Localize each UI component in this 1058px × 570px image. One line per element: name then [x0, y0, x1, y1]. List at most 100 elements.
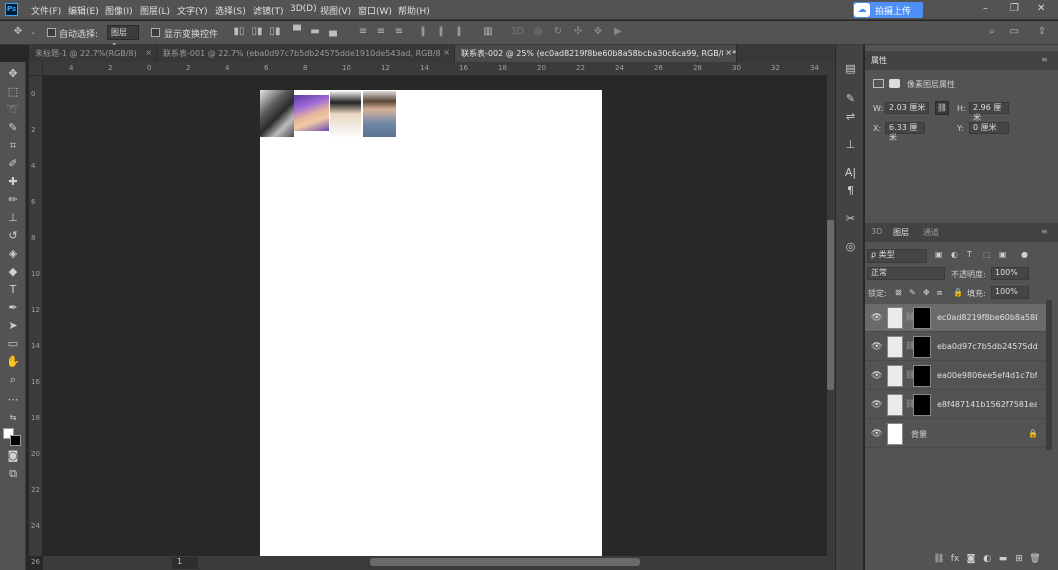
brush-tool-icon[interactable]: ✏ — [3, 192, 23, 208]
visibility-eye-icon[interactable]: 👁 — [871, 342, 882, 352]
align-bottom-icon[interactable]: ▄ — [327, 26, 339, 38]
layer-name[interactable]: 背景 — [911, 429, 1011, 440]
close-tab-icon[interactable]: × — [145, 48, 152, 57]
visibility-eye-icon[interactable]: 👁 — [871, 429, 882, 439]
tab-contact-sheet-001[interactable]: 联系表-001 @ 22.7% (eba0d97c7b5db24575dde19… — [157, 45, 455, 62]
adjustment-layer-icon[interactable]: ◐ — [981, 553, 993, 565]
link-icon[interactable]: ⛓ — [935, 101, 949, 115]
width-field[interactable]: 2.03 厘米 — [885, 102, 929, 114]
distribute-right-icon[interactable]: ‖ — [453, 26, 465, 38]
lock-all-icon[interactable]: 🔒 — [953, 288, 963, 297]
menu-file[interactable]: 文件(F) — [31, 4, 61, 17]
menu-3d[interactable]: 3D(D) — [290, 4, 317, 14]
filter-smart-object-icon[interactable]: ▣ — [999, 250, 1007, 259]
screen-mode-icon[interactable]: ⧉ — [3, 466, 23, 482]
layer-row[interactable]: 👁 ⛓ ec0ad8219f8be60b8a58bc... — [865, 304, 1046, 332]
quick-select-tool-icon[interactable]: ✎ — [3, 120, 23, 136]
visibility-eye-icon[interactable]: 👁 — [871, 371, 882, 381]
quick-mask-icon[interactable]: ◙ — [3, 448, 23, 464]
layer-row[interactable]: 👁 ⛓ eba0d97c7b5db24575dde... — [865, 333, 1046, 361]
fx-icon[interactable]: fx — [949, 553, 961, 565]
distribute-top-icon[interactable]: ≡ — [357, 26, 369, 38]
tab-3d[interactable]: 3D — [871, 227, 882, 236]
layer-mask-thumbnail[interactable] — [913, 394, 931, 416]
default-colors-icon[interactable]: ⇆ — [3, 410, 23, 426]
background-color-swatch[interactable] — [10, 435, 21, 446]
drag-3d-icon[interactable]: ✣ — [572, 26, 584, 38]
layer-mask-thumbnail[interactable] — [913, 365, 931, 387]
menu-help[interactable]: 帮助(H) — [398, 4, 430, 17]
layer-name[interactable]: eba0d97c7b5db24575dde... — [937, 342, 1037, 351]
distribute-vcenter-icon[interactable]: ≡ — [375, 26, 387, 38]
menu-select[interactable]: 选择(S) — [215, 4, 246, 17]
move-tool-icon[interactable]: ✥ — [3, 66, 23, 82]
new-group-icon[interactable]: ▬ — [997, 553, 1009, 565]
marquee-tool-icon[interactable]: ⬚ — [3, 84, 23, 100]
tab-untitled-1[interactable]: 未标题-1 @ 22.7%(RGB/8) × — [29, 45, 157, 62]
filter-shape-icon[interactable]: ⬚ — [983, 250, 991, 259]
align-top-icon[interactable]: ▀ — [291, 26, 303, 38]
layer-row[interactable]: 👁 ⛓ ea00e9806ee5ef4d1c7bfa... — [865, 362, 1046, 390]
scale-3d-icon[interactable]: ▶ — [612, 26, 624, 38]
3d-panel-icon[interactable]: ◎ — [843, 239, 858, 254]
orbit-3d-icon[interactable]: ◎ — [532, 26, 544, 38]
auto-select-checkbox[interactable] — [47, 28, 56, 37]
slide-3d-icon[interactable]: ✥ — [592, 26, 604, 38]
delete-layer-icon[interactable]: 🗑 — [1029, 553, 1041, 565]
hand-tool-icon[interactable]: ✋ — [3, 354, 23, 370]
chevron-down-icon[interactable]: ⌄ — [27, 26, 39, 38]
distribute-left-icon[interactable]: ‖ — [417, 26, 429, 38]
menu-edit[interactable]: 编辑(E) — [68, 4, 99, 17]
crop-tool-icon[interactable]: ⌗ — [3, 138, 23, 154]
character-panel-icon[interactable]: A| — [843, 165, 858, 180]
share-icon[interactable]: ⇪ — [1036, 26, 1048, 38]
blend-mode-dropdown[interactable]: 正常 — [867, 267, 945, 280]
menu-image[interactable]: 图像(I) — [105, 4, 133, 17]
filter-adjustment-icon[interactable]: ◐ — [951, 250, 958, 259]
tab-contact-sheet-002[interactable]: 联系表-002 @ 25% (ec0ad8219f8be60b8a58bcba3… — [455, 45, 737, 62]
eraser-tool-icon[interactable]: ◈ — [3, 246, 23, 262]
tool-presets-icon[interactable]: ✂ — [843, 211, 858, 226]
new-layer-icon[interactable]: ⊞ — [1013, 553, 1025, 565]
lock-pixels-icon[interactable]: ✎ — [909, 288, 916, 297]
workspace-icon[interactable]: ▭ — [1008, 26, 1020, 38]
close-tab-icon[interactable]: × — [441, 48, 450, 57]
fill-field[interactable]: 100% — [991, 286, 1029, 299]
background-layer-row[interactable]: 👁 背景 🔒 — [865, 420, 1046, 448]
layer-mask-thumbnail[interactable] — [913, 307, 931, 329]
roll-3d-icon[interactable]: ↻ — [552, 26, 564, 38]
move-tool-icon[interactable]: ✥ — [12, 26, 24, 38]
close-tab-icon[interactable]: × — [723, 48, 732, 57]
upload-button[interactable]: ☁ 拍摄上传 — [853, 2, 923, 18]
lock-artboard-icon[interactable]: ⧈ — [937, 288, 942, 298]
auto-align-icon[interactable]: ▥ — [482, 26, 494, 38]
panel-menu-icon[interactable]: ≡ — [1041, 227, 1048, 236]
menu-view[interactable]: 视图(V) — [320, 4, 351, 17]
vertical-scroll-thumb[interactable] — [827, 220, 834, 390]
search-icon[interactable]: ⌕ — [986, 26, 998, 38]
layer-name[interactable]: e8f487141b1562f7581ea7... — [937, 400, 1037, 409]
align-right-icon[interactable]: ▯▮ — [269, 26, 281, 38]
restore-button[interactable]: ❐ — [1010, 3, 1019, 14]
clone-source-icon[interactable]: ⊥ — [843, 137, 858, 152]
paint-bucket-tool-icon[interactable]: ◆ — [3, 264, 23, 280]
filter-type-icon[interactable]: T — [967, 250, 972, 259]
horizontal-scroll-thumb[interactable] — [370, 558, 640, 566]
menu-type[interactable]: 文字(Y) — [177, 4, 208, 17]
pen-tool-icon[interactable]: ✒ — [3, 300, 23, 316]
lock-position-icon[interactable]: ✥ — [923, 288, 930, 297]
lasso-tool-icon[interactable]: ➰ — [3, 102, 23, 118]
brush-settings-icon[interactable]: ✎ — [843, 91, 858, 106]
more-tools-icon[interactable]: ⋯ — [3, 392, 23, 408]
tab-channels[interactable]: 通道 — [923, 227, 939, 238]
paragraph-panel-icon[interactable]: ¶ — [843, 183, 858, 198]
y-field[interactable]: 0 厘米 — [969, 122, 1009, 134]
tab-properties[interactable]: 属性 — [871, 55, 887, 66]
distribute-bottom-icon[interactable]: ≡ — [393, 26, 405, 38]
layer-mask-thumbnail[interactable] — [913, 336, 931, 358]
adjustments-icon[interactable]: ⇌ — [843, 109, 858, 124]
minimize-button[interactable]: – — [983, 3, 988, 14]
layer-name[interactable]: ea00e9806ee5ef4d1c7bfa... — [937, 371, 1037, 380]
layer-name[interactable]: ec0ad8219f8be60b8a58bc... — [937, 313, 1037, 322]
align-vcenter-icon[interactable]: ▬ — [309, 26, 321, 38]
